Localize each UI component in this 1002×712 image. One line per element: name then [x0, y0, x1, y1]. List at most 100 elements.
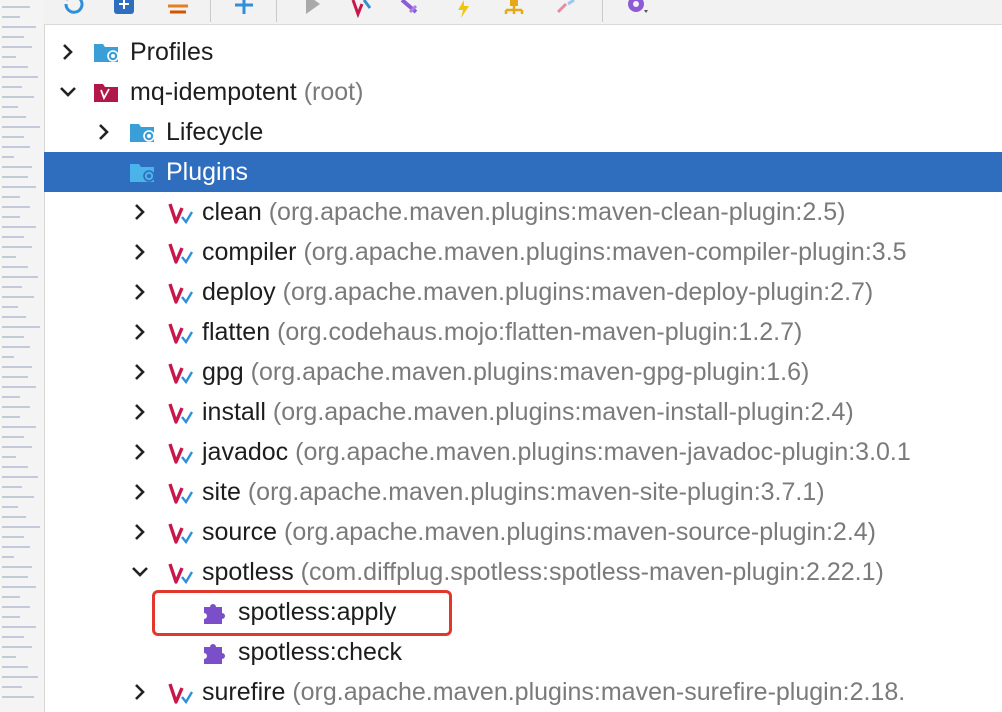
gutter-code-line	[2, 106, 18, 108]
gutter-code-line	[2, 146, 30, 148]
chevron-down-icon[interactable]	[94, 162, 114, 182]
plugin-coordinates: (org.apache.maven.plugins:maven-site-plu…	[247, 478, 825, 506]
maven-plugin-icon	[166, 359, 194, 385]
gutter-code-line	[2, 696, 34, 698]
plugin-name: javadoc	[202, 438, 289, 466]
gutter-code-line	[2, 666, 28, 668]
gutter-code-line	[2, 426, 36, 428]
gutter-code-line	[2, 206, 30, 208]
generate-sources-icon[interactable]	[110, 0, 138, 18]
gutter-code-line	[2, 646, 32, 648]
gutter-code-line	[2, 316, 26, 318]
chevron-right-icon[interactable]	[130, 362, 150, 382]
gutter-code-line	[2, 656, 16, 658]
gutter-code-line	[2, 266, 28, 268]
chevron-right-icon[interactable]	[130, 522, 150, 542]
gutter-code-line	[2, 576, 28, 578]
gutter-code-line	[2, 156, 14, 158]
tree-node-plugin-deploy[interactable]: deploy (org.apache.maven.plugins:maven-d…	[44, 272, 1002, 312]
gutter-code-line	[2, 606, 30, 608]
tree-node-plugin-surefire[interactable]: surefire (org.apache.maven.plugins:maven…	[44, 672, 1002, 712]
gutter-code-line	[2, 526, 40, 528]
tree-node-profiles[interactable]: Profiles	[44, 32, 1002, 72]
tree-node-plugin-flatten[interactable]: flatten (org.codehaus.mojo:flatten-maven…	[44, 312, 1002, 352]
gutter-code-line	[2, 96, 34, 98]
folder-gear-icon	[128, 119, 156, 145]
gutter-code-line	[2, 186, 36, 188]
maven-plugin-icon	[166, 519, 194, 545]
gutter-code-line	[2, 76, 38, 78]
plugin-name: spotless	[202, 558, 294, 586]
chevron-right-icon[interactable]	[130, 442, 150, 462]
root-suffix: (root)	[303, 78, 364, 106]
tree-node-plugins[interactable]: Plugins	[44, 152, 1002, 192]
gutter-code-line	[2, 686, 22, 688]
reload-icon[interactable]	[60, 0, 88, 18]
run-icon[interactable]	[298, 0, 326, 18]
gutter-code-line	[2, 326, 40, 328]
maven-plugin-icon	[166, 439, 194, 465]
dependency-diagram-icon[interactable]	[500, 0, 528, 18]
chevron-down-icon[interactable]	[58, 82, 78, 102]
gutter-code-line	[2, 346, 30, 348]
plugin-coordinates: (org.apache.maven.plugins:maven-surefire…	[292, 678, 906, 706]
gutter-code-line	[2, 256, 16, 258]
lightning-icon[interactable]	[448, 0, 476, 18]
chevron-down-icon[interactable]	[130, 562, 150, 582]
tree-node-lifecycle[interactable]: Lifecycle	[44, 112, 1002, 152]
plugin-name: flatten	[202, 318, 271, 346]
chevron-right-icon[interactable]	[58, 42, 78, 62]
gutter-code-line	[2, 336, 24, 338]
plugin-name: clean	[202, 198, 262, 226]
tree-node-plugin-compiler[interactable]: compiler (org.apache.maven.plugins:maven…	[44, 232, 1002, 272]
chevron-right-icon[interactable]	[130, 242, 150, 262]
plugin-name: gpg	[202, 358, 244, 386]
plugin-coordinates: (com.diffplug.spotless:spotless-maven-pl…	[300, 558, 884, 586]
download-icon[interactable]	[164, 0, 192, 18]
maven-plugin-icon	[166, 279, 194, 305]
plugin-coordinates: (org.apache.maven.plugins:maven-source-p…	[284, 518, 876, 546]
gutter-code-line	[2, 126, 40, 128]
tree-node-plugin-clean[interactable]: clean (org.apache.maven.plugins:maven-cl…	[44, 192, 1002, 232]
gutter-code-line	[2, 456, 16, 458]
chevron-right-icon[interactable]	[130, 402, 150, 422]
goal-label: spotless:check	[238, 638, 402, 666]
add-icon[interactable]	[230, 0, 258, 18]
tree-node-plugin-gpg[interactable]: gpg (org.apache.maven.plugins:maven-gpg-…	[44, 352, 1002, 392]
plugin-name: surefire	[202, 678, 286, 706]
collapse-icon[interactable]	[552, 0, 580, 18]
gutter-code-line	[2, 16, 20, 18]
tree-node-plugin-site[interactable]: site (org.apache.maven.plugins:maven-sit…	[44, 472, 1002, 512]
chevron-right-icon[interactable]	[130, 282, 150, 302]
maven-plugin-icon	[166, 559, 194, 585]
chevron-right-icon[interactable]	[130, 682, 150, 702]
tree-node-root-project[interactable]: mq-idempotent (root)	[44, 72, 1002, 112]
gutter-code-line	[2, 476, 38, 478]
toggle-offline-icon[interactable]	[396, 0, 424, 18]
chevron-right-icon[interactable]	[130, 202, 150, 222]
settings-icon[interactable]	[622, 0, 650, 18]
gutter-code-line	[2, 676, 38, 678]
gutter-code-line	[2, 366, 32, 368]
plugin-coordinates: (org.apache.maven.plugins:maven-compiler…	[303, 238, 907, 266]
gutter-code-line	[2, 636, 24, 638]
tree-node-plugin-install[interactable]: install (org.apache.maven.plugins:maven-…	[44, 392, 1002, 432]
chevron-right-icon[interactable]	[130, 482, 150, 502]
gutter-code-line	[2, 356, 14, 358]
gutter-code-line	[2, 396, 20, 398]
chevron-right-icon[interactable]	[94, 122, 114, 142]
tree-node-plugin-spotless[interactable]: spotless (com.diffplug.spotless:spotless…	[44, 552, 1002, 592]
gutter-code-line	[2, 536, 24, 538]
annotation-highlight-box	[152, 590, 452, 636]
chevron-right-icon[interactable]	[130, 322, 150, 342]
gutter-code-line	[2, 486, 22, 488]
gutter-code-line	[2, 166, 32, 168]
tree-node-goal-spotless-check[interactable]: spotless:check	[44, 632, 1002, 672]
tree-node-plugin-javadoc[interactable]: javadoc (org.apache.maven.plugins:maven-…	[44, 432, 1002, 472]
gutter-code-line	[2, 226, 36, 228]
maven-plugin-icon	[166, 319, 194, 345]
maven-run-icon[interactable]	[348, 0, 376, 18]
maven-project-icon	[92, 79, 120, 105]
tree-node-plugin-source[interactable]: source (org.apache.maven.plugins:maven-s…	[44, 512, 1002, 552]
gutter-code-line	[2, 596, 20, 598]
